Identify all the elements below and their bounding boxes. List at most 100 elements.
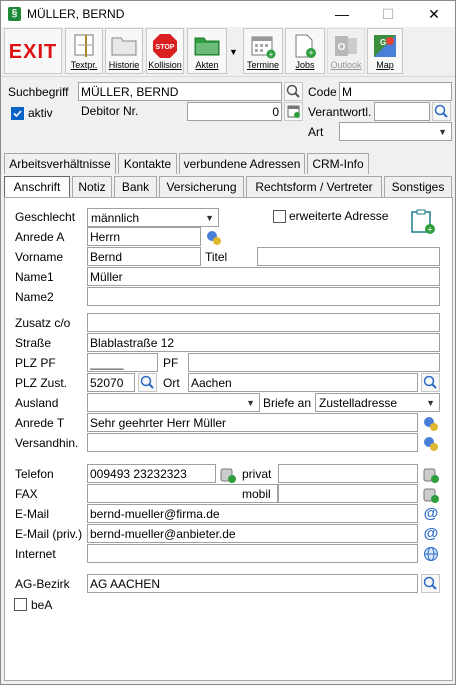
geschlecht-label: Geschlecht [15, 210, 76, 224]
verantwortlich-input[interactable] [374, 102, 430, 121]
vorname-input[interactable] [87, 247, 201, 266]
privat-dial-button[interactable] [422, 466, 440, 484]
verantwortlich-search-button[interactable] [432, 102, 451, 121]
mobil-input[interactable] [278, 484, 418, 503]
zusatz-input[interactable] [87, 313, 440, 332]
zusatz-label: Zusatz c/o [15, 316, 71, 330]
tab-notiz[interactable]: Notiz [72, 176, 112, 197]
pf-input[interactable] [188, 353, 440, 372]
calendar-add-icon [287, 105, 300, 118]
phone-icon [423, 468, 439, 483]
tag-icon [207, 231, 221, 245]
clipboard-add-button[interactable]: + [409, 208, 437, 236]
tab-rechtsform-vertreter[interactable]: Rechtsform / Vertreter [246, 176, 382, 197]
akten-dropdown-arrow[interactable]: ▼ [229, 47, 239, 57]
tab-kontakte[interactable]: Kontakte [118, 153, 177, 174]
kollision-button[interactable]: STOP Kollision [146, 28, 184, 74]
email-label: E-Mail [15, 507, 50, 521]
pf-label: PF [163, 356, 179, 370]
minimize-button[interactable]: — [319, 1, 365, 27]
outlook-button[interactable]: O Outlook [327, 28, 365, 74]
anrede-t-picker-button[interactable] [422, 415, 440, 433]
map-button[interactable]: G Map [367, 28, 403, 74]
ag-bezirk-search-button[interactable] [421, 574, 440, 593]
email-at-icon[interactable]: @ [422, 505, 440, 523]
privat-label: privat [242, 467, 272, 481]
chevron-down-icon: ▼ [246, 398, 255, 408]
telefon-input[interactable] [87, 464, 216, 483]
bea-label: beA [31, 598, 53, 612]
chevron-down-icon: ▼ [205, 213, 214, 223]
ausland-select[interactable]: ▼ [87, 393, 260, 412]
suchbegriff-search-button[interactable] [284, 82, 303, 101]
plz-search-button[interactable] [138, 373, 157, 392]
tab-bank[interactable]: Bank [114, 176, 157, 197]
window-title: MÜLLER, BERND [27, 7, 125, 21]
tab-sonstiges[interactable]: Sonstiges [384, 176, 452, 197]
internet-input[interactable] [87, 544, 418, 563]
chevron-down-icon: ▼ [438, 127, 447, 137]
aktiv-label: aktiv [28, 106, 53, 120]
tab-crm-info[interactable]: CRM-Info [307, 153, 369, 174]
erweiterte-adresse-checkbox[interactable] [273, 210, 286, 223]
debitor-input[interactable] [187, 102, 282, 121]
email-priv-input[interactable] [87, 524, 418, 543]
tab-anschrift[interactable]: Anschrift [4, 176, 70, 198]
close-button[interactable]: ✕ [411, 1, 456, 27]
address-window: § MÜLLER, BERND — ☐ ✕ EXIT Textpr. Histo… [0, 0, 456, 685]
ag-bezirk-input[interactable] [87, 574, 418, 593]
anrede-a-input[interactable] [87, 227, 201, 246]
titel-label: Titel [205, 250, 228, 264]
email-priv-at-icon[interactable]: @ [422, 525, 440, 543]
privat-input[interactable] [278, 464, 418, 483]
anrede-t-input[interactable] [87, 413, 418, 432]
title-bar: § MÜLLER, BERND — ☐ ✕ [1, 1, 455, 27]
akten-button[interactable]: Akten [187, 28, 227, 74]
name2-label: Name2 [15, 290, 54, 304]
akten-label: Akten [195, 60, 219, 70]
phone-icon [423, 488, 439, 503]
art-select[interactable]: ▼ [339, 122, 452, 141]
jobs-button[interactable]: + Jobs [285, 28, 325, 74]
historie-button[interactable]: Historie [105, 28, 143, 74]
stop-sign-icon: STOP [153, 34, 177, 58]
telefon-dial-button[interactable] [219, 466, 237, 484]
bea-checkbox[interactable] [14, 598, 27, 611]
titel-input[interactable] [257, 247, 440, 266]
versandhinweis-picker-button[interactable] [422, 435, 440, 453]
versandhinweis-label: Versandhin. [15, 436, 79, 450]
kollision-label: Kollision [148, 60, 182, 70]
calendar-icon: + [251, 36, 276, 59]
search-icon [140, 375, 154, 389]
ort-input[interactable] [188, 373, 418, 392]
internet-open-button[interactable] [422, 545, 440, 563]
outlook-icon: O [335, 36, 357, 56]
geschlecht-select[interactable]: männlich ▼ [87, 208, 219, 227]
maximize-button[interactable]: ☐ [365, 1, 411, 27]
ort-search-button[interactable] [421, 373, 440, 392]
telefon-label: Telefon [15, 467, 54, 481]
versandhinweis-input[interactable] [87, 433, 418, 452]
briefe-an-select[interactable]: Zustelladresse ▼ [315, 393, 440, 412]
name2-input[interactable] [87, 287, 440, 306]
mobil-dial-button[interactable] [422, 486, 440, 504]
plz-pf-input[interactable] [87, 353, 158, 372]
code-input[interactable] [339, 82, 452, 101]
tab-versicherung[interactable]: Versicherung [159, 176, 244, 197]
exit-button[interactable]: EXIT [4, 28, 62, 74]
plz-zust-input[interactable] [87, 373, 135, 392]
suchbegriff-input[interactable] [78, 82, 282, 101]
email-input[interactable] [87, 504, 418, 523]
tab-arbeitsverhaeltnisse[interactable]: Arbeitsverhältnisse [4, 153, 116, 174]
strasse-input[interactable] [87, 333, 440, 352]
svg-text:G: G [380, 38, 386, 47]
tab-verbundene-adressen[interactable]: verbundene Adressen [179, 153, 305, 174]
termine-button[interactable]: + Termine [243, 28, 283, 74]
svg-text:O: O [338, 42, 346, 53]
aktiv-checkbox[interactable] [11, 107, 24, 120]
name1-input[interactable] [87, 267, 440, 286]
debitor-add-button[interactable] [284, 102, 303, 121]
search-icon [423, 576, 437, 590]
textprocessing-button[interactable]: Textpr. [65, 28, 103, 74]
anrede-a-picker-button[interactable] [205, 229, 223, 247]
